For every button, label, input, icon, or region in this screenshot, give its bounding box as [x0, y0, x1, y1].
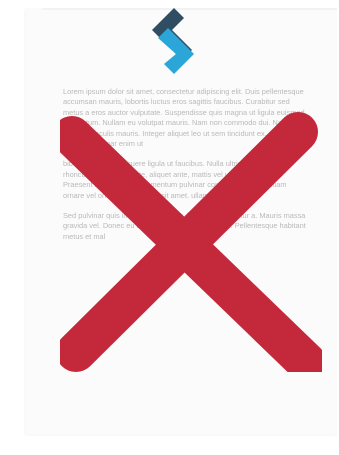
- paragraph-2: bibendum. Nunc posuere ligula ut faucibu…: [63, 159, 287, 200]
- paragraph-1: Lorem ipsum dolor sit amet, consectetur …: [63, 87, 305, 149]
- document-text: Lorem ipsum dolor sit amet, consectetur …: [63, 87, 307, 252]
- paragraph-3: Sed pulvinar quis integer turpis dolor, …: [63, 211, 306, 241]
- logo-mark: [152, 8, 194, 74]
- page: Lorem ipsum dolor sit amet, consectetur …: [0, 0, 339, 455]
- s-logo-icon: [152, 8, 194, 74]
